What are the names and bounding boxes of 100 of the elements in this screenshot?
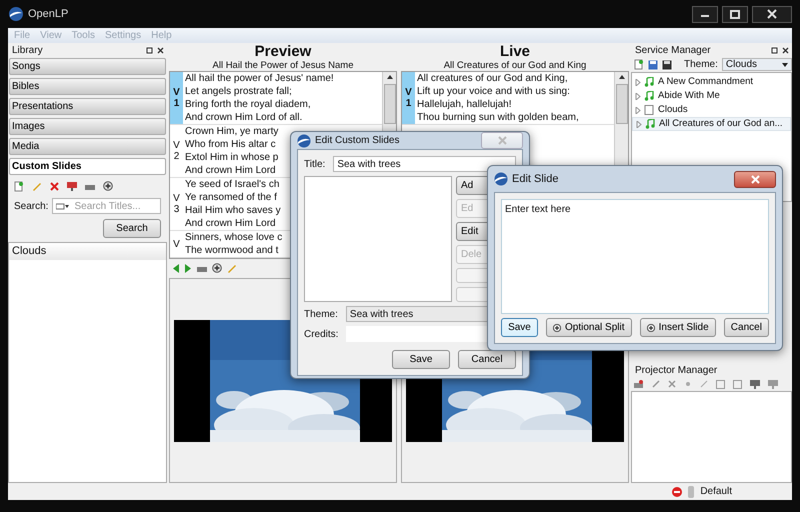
dialog-button[interactable]: Cancel [458,350,516,369]
monitor-icon[interactable] [750,380,760,388]
library-section-tab[interactable]: Media [9,138,166,155]
slides-list[interactable] [304,176,452,302]
app-logo-icon [494,172,508,186]
scrollbar-thumb[interactable] [616,84,628,124]
connect-icon[interactable] [684,380,692,388]
disconnect-icon[interactable] [700,380,708,388]
maximize-button[interactable] [722,6,748,22]
save-icon[interactable] [648,60,658,70]
title-field[interactable]: Sea with trees [333,156,516,172]
new-icon[interactable] [634,59,644,70]
dialog-button[interactable]: Save [501,318,538,337]
item-label: Abide With Me [658,88,720,103]
search-button[interactable]: Search [103,219,161,238]
close-icon [767,9,777,19]
panel-heading: Live [498,44,531,60]
slide-line: And crown Him Lord [185,164,277,177]
blank-screen-icon[interactable] [197,264,207,272]
close-icon[interactable] [782,47,789,54]
monitor-icon[interactable] [67,182,77,190]
service-item[interactable]: Clouds [632,103,791,117]
scrollbar-thumb[interactable] [384,84,396,124]
delete-icon[interactable] [50,182,59,190]
slide-line: Extol Him in whose p [185,151,278,164]
dialog-button[interactable]: Optional Split [546,318,632,337]
new-icon[interactable] [14,180,24,192]
add-icon[interactable] [103,181,113,191]
panel-heading: Preview [254,44,312,60]
service-item[interactable]: Abide With Me [632,89,791,103]
previous-icon[interactable] [173,264,180,272]
library-section-tab[interactable]: Images [9,118,166,135]
edit-icon[interactable] [227,263,237,273]
slide-line: Who from His altar c [185,138,277,151]
panel-title: Service Manager [635,44,711,58]
maximize-icon [730,10,740,18]
music-note-icon [644,77,655,87]
slide-row[interactable]: V 1 All creatures of our God and King, Lift up your voice and with us sing: Hallelujah, hallelujah! Thou burning sun with golden beam, [402,72,614,125]
service-item[interactable]: A New Commandment [632,75,791,89]
panel-title: Library [12,44,43,58]
float-icon[interactable] [146,47,153,54]
app-logo-icon [297,134,311,148]
song-title: All Creatures of our God and King [442,60,588,71]
slide-line: All hail the power of Jesus' name! [185,72,334,85]
add-icon [646,324,655,332]
close-button[interactable] [752,6,792,22]
slide-line: And crown Him Lord of all. [185,111,304,124]
item-label: Clouds [658,102,688,117]
power-on-icon[interactable] [716,380,725,388]
library-section-tab[interactable]: Presentations [9,98,166,115]
edit-icon[interactable] [652,380,660,388]
music-note-icon [645,119,656,129]
search-label: Search: [14,200,48,214]
slide-line: Bring forth the royal diadem, [185,98,312,111]
page-icon [644,105,655,115]
library-section-tab[interactable]: Songs [9,58,166,75]
slide-line: The wormwood and t [185,244,280,257]
power-off-icon[interactable] [733,380,742,388]
window-title: OpenLP [28,6,68,22]
close-button[interactable] [734,170,776,188]
dialog-button[interactable]: Save [392,350,450,369]
dropdown-icon [56,202,70,210]
blank-screen-icon[interactable] [85,182,95,190]
theme-status: Default [700,485,732,499]
close-icon[interactable] [157,47,164,54]
delete-icon[interactable] [668,380,676,388]
add-projector-icon[interactable] [634,380,644,388]
slide-line: Let angels prostrate fall; [185,85,293,98]
slide-row[interactable]: V 1 All hail the power of Jesus' name! Let angels prostrate fall; Bring forth the royal diadem, And crown Him Lord of all. [170,72,382,125]
theme-label: Theme: [684,58,718,72]
projector-list[interactable] [631,391,792,483]
service-item[interactable]: All Creatures of our God an... [632,117,791,131]
item-label: A New Commandment [658,74,754,89]
field-label: Title: [304,158,326,172]
song-title: All Hail the Power of Jesus Name [212,60,354,71]
caret-icon [782,62,788,66]
edit-icon[interactable] [32,181,42,191]
slide-line: Hallelujah, hallelujah! [417,98,513,111]
minimize-button[interactable] [692,6,718,22]
text-editor[interactable]: Enter text here [501,199,769,314]
verse-tag: V 2 [170,125,183,177]
dialog-button[interactable]: Cancel [724,318,770,337]
slide-line: All creatures of our God and King, [417,72,569,85]
slide-line: Hail Him who saves y [185,204,281,217]
list-item[interactable]: Clouds [9,243,166,260]
dialog-button[interactable]: Insert Slide [640,318,716,337]
theme-select[interactable]: Clouds [722,58,792,71]
slide-line: Ye ransomed of the f [185,191,278,204]
stop-icon [672,486,682,496]
add-icon[interactable] [212,263,222,273]
next-icon[interactable] [185,264,192,272]
float-icon[interactable] [771,47,778,54]
library-section-tab[interactable]: Custom Slides [9,158,166,175]
save-icon[interactable] [662,60,672,70]
slide-line: Crown Him, ye marty [185,125,278,138]
panel-title: Projector Manager [635,364,718,378]
library-section-tab[interactable]: Bibles [9,78,166,95]
slide-line: Thou burning sun with golden beam, [417,111,579,124]
item-label: All Creatures of our God an... [659,116,783,131]
close-icon [498,136,506,145]
